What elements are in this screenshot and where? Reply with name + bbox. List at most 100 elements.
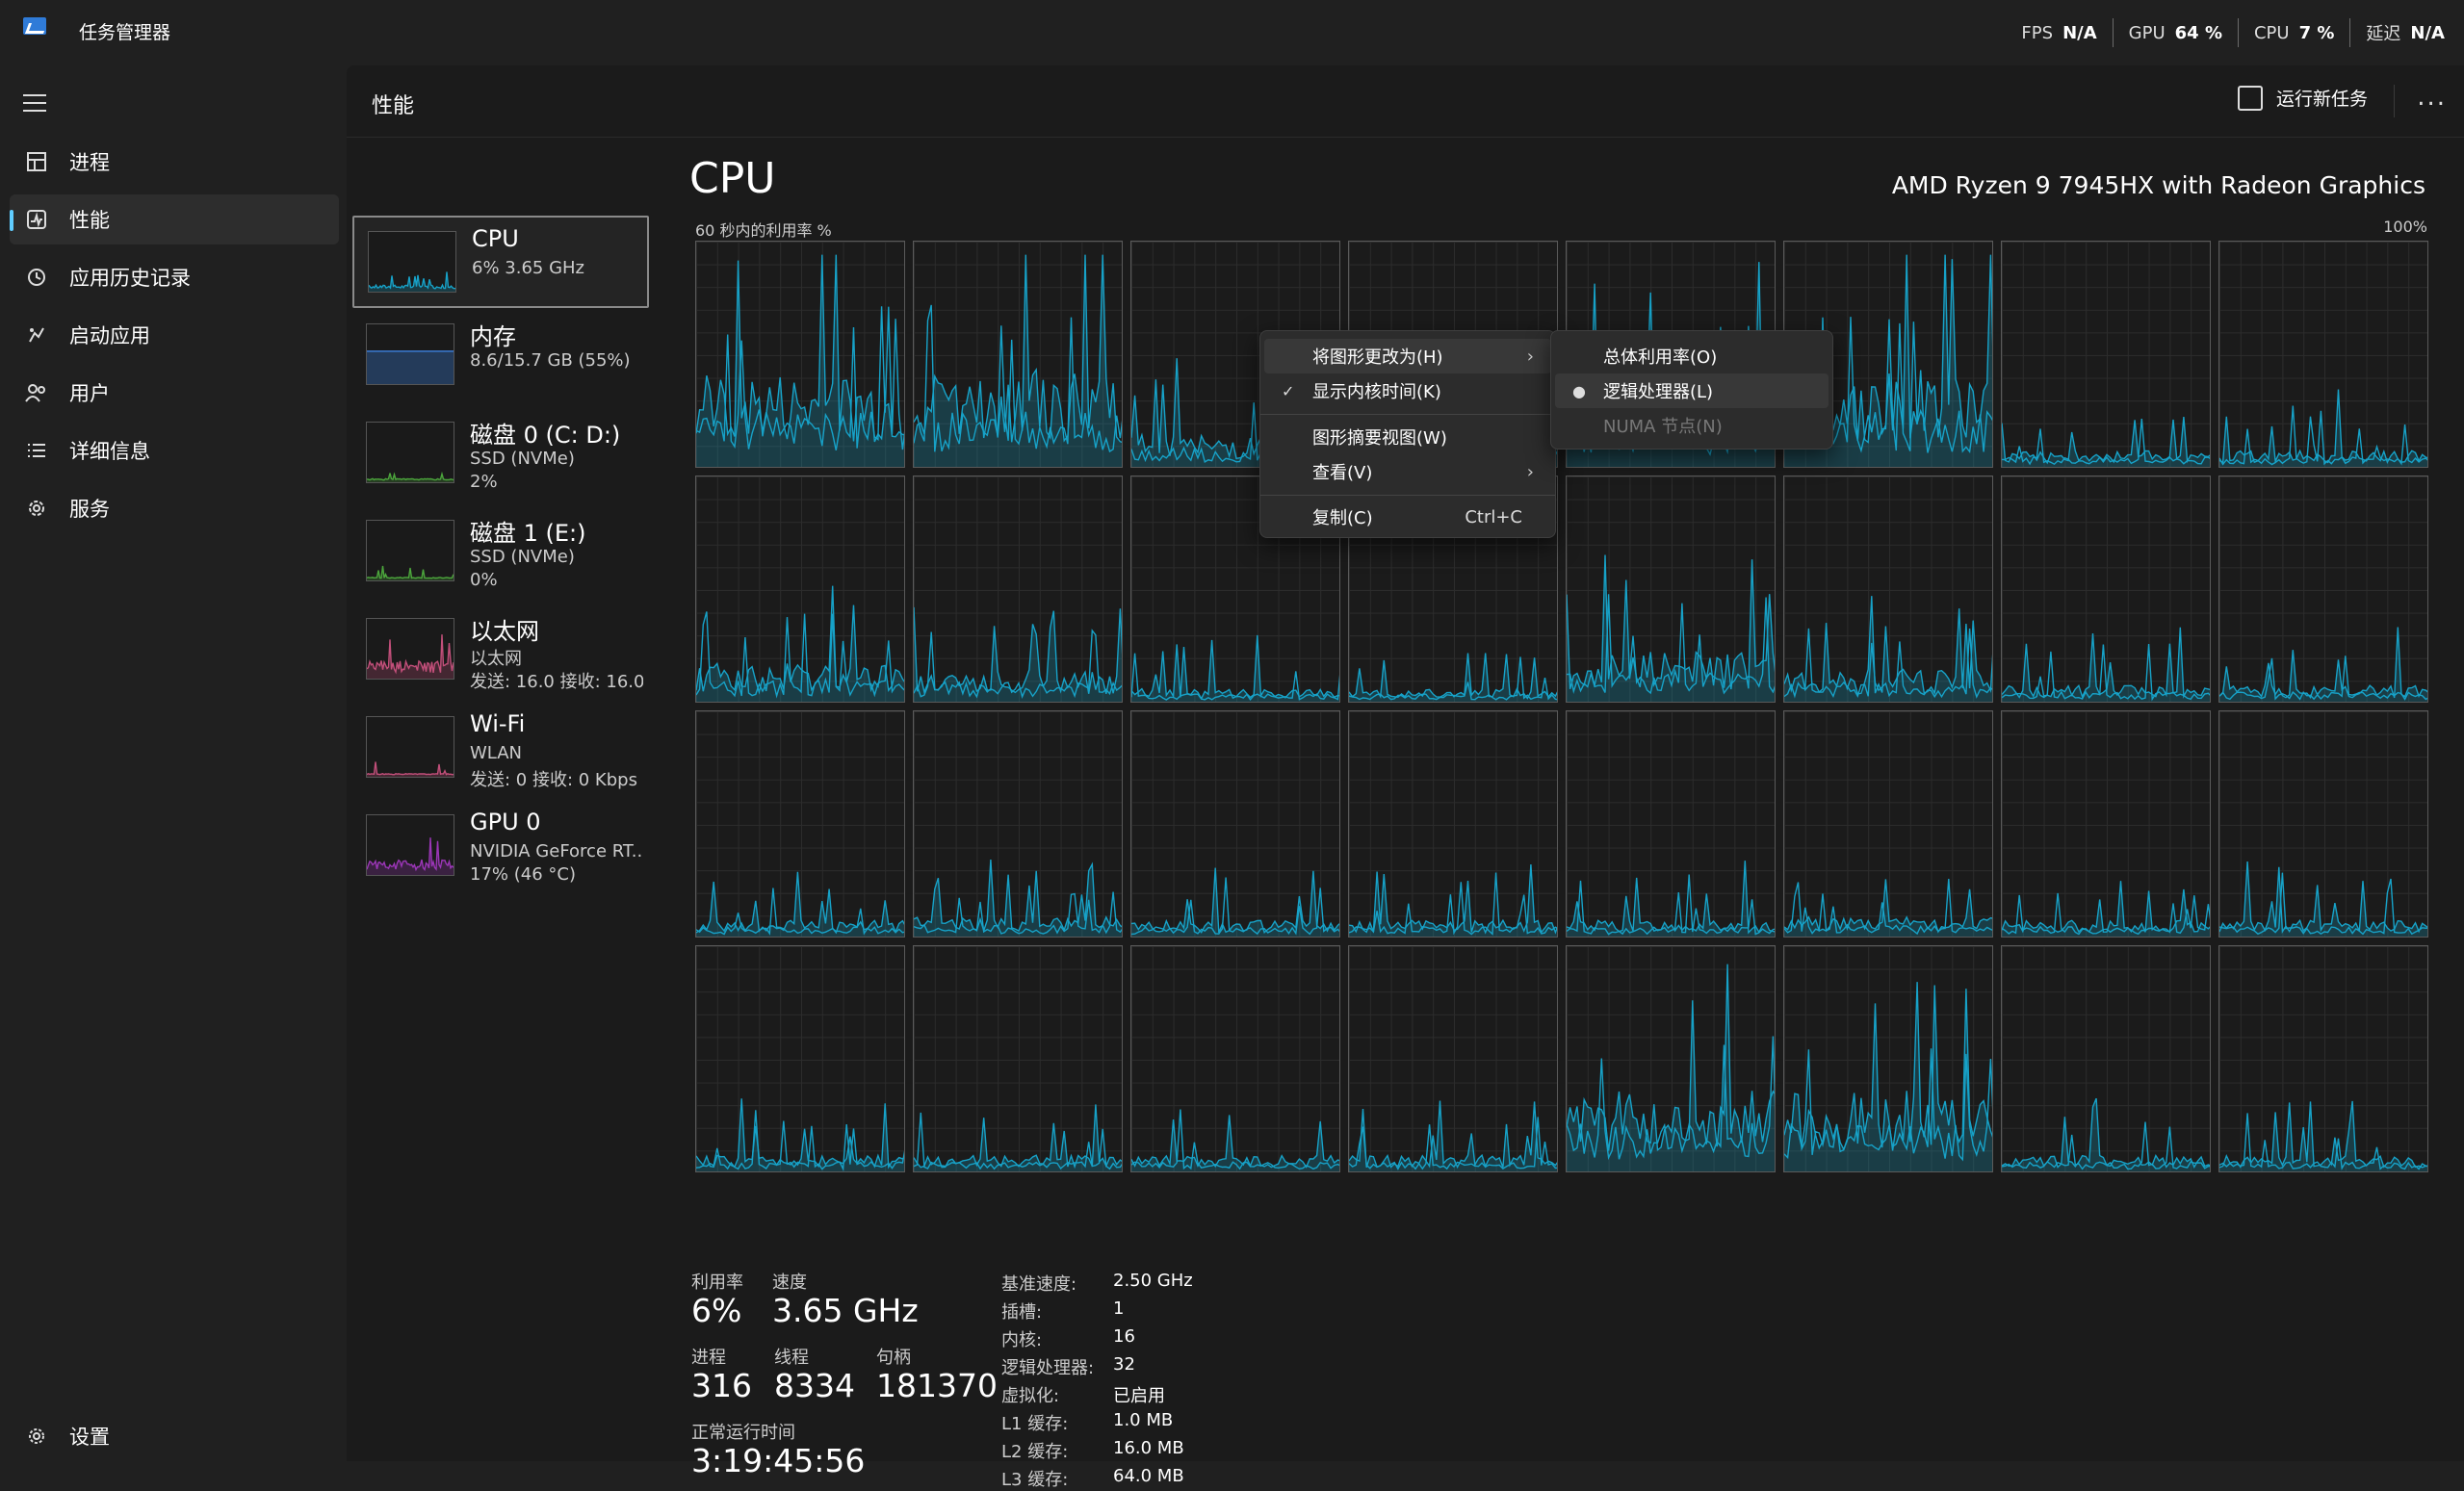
core-trace xyxy=(1784,596,1992,702)
resource-wifi[interactable]: Wi-Fi WLAN 发送: 0 接收: 0 Kbps xyxy=(352,703,645,791)
resource-ethernet[interactable]: 以太网 以太网 发送: 16.0 接收: 16.0 K xyxy=(352,604,645,693)
gear-icon xyxy=(23,1423,50,1450)
memory-thumbnail-graph xyxy=(366,323,454,385)
sidebar-item-label: 服务 xyxy=(69,498,110,521)
core-trace xyxy=(2002,881,2210,937)
processes-label: 进程 xyxy=(691,1348,726,1368)
title-bar: 任务管理器 FPS N/A GPU 64 % CPU 7 % 延迟 N/A xyxy=(0,0,2464,65)
resource-name: CPU xyxy=(472,225,519,252)
hamburger-menu-icon[interactable] xyxy=(23,94,46,112)
resource-name: 磁盘 0 (C: D:) xyxy=(470,422,621,449)
page-header: 性能 运行新任务 ... xyxy=(347,65,2464,138)
details-icon xyxy=(23,437,50,464)
sidebar-item-services[interactable]: 服务 xyxy=(10,483,339,533)
logical-processor-graph xyxy=(695,945,905,1172)
spec-key: 基准速度: xyxy=(1001,1274,1077,1295)
resource-detail: WLAN xyxy=(470,743,523,763)
resource-detail: 8.6/15.7 GB (55%) xyxy=(470,350,631,371)
shortcut-label: Ctrl+C xyxy=(1465,506,1522,527)
logical-processor-graph xyxy=(2001,945,2211,1172)
spec-value: 已启用 xyxy=(1113,1386,1165,1406)
menu-separator xyxy=(1260,495,1555,496)
menu-item-show-kernel-times[interactable]: ✓ 显示内核时间(K) xyxy=(1264,373,1551,408)
sidebar-item-users[interactable]: 用户 xyxy=(10,368,339,418)
task-manager-icon xyxy=(23,17,46,35)
sidebar-item-label: 启动应用 xyxy=(69,324,150,347)
menu-item-graph-summary-view[interactable]: 图形摘要视图(W) xyxy=(1264,420,1551,454)
threads-value: 8334 xyxy=(774,1367,855,1404)
menu-item-copy[interactable]: 复制(C) Ctrl+C xyxy=(1264,500,1551,534)
core-trace xyxy=(914,859,1122,937)
spec-value: 32 xyxy=(1113,1354,1135,1375)
resource-gpu-0[interactable]: GPU 0 NVIDIA GeForce RT... 17% (46 °C) xyxy=(352,801,645,889)
resource-memory[interactable]: 内存 8.6/15.7 GB (55%) xyxy=(352,310,645,398)
core-trace xyxy=(914,254,1122,467)
handles-label: 句柄 xyxy=(876,1348,911,1368)
sidebar-item-label: 设置 xyxy=(69,1426,110,1449)
resource-detail: 17% (46 °C) xyxy=(470,864,576,885)
chevron-right-icon: › xyxy=(1526,461,1534,482)
sidebar-item-processes[interactable]: 进程 xyxy=(10,137,339,187)
core-trace xyxy=(2219,389,2427,467)
logical-processor-graph xyxy=(2218,241,2428,468)
sidebar-item-label: 性能 xyxy=(69,209,110,232)
menu-separator xyxy=(1260,414,1555,415)
performance-icon xyxy=(23,206,50,233)
logical-processor-graph xyxy=(2218,945,2428,1172)
sidebar-item-details[interactable]: 详细信息 xyxy=(10,425,339,476)
sidebar-item-label: 详细信息 xyxy=(69,440,150,463)
graph-max-label: 100% xyxy=(2383,218,2427,236)
sidebar-item-label: 用户 xyxy=(69,382,110,405)
header-divider xyxy=(2394,85,2395,117)
submenu-item-logical-processors[interactable]: ● 逻辑处理器(L) xyxy=(1555,373,1829,408)
resource-disk-1[interactable]: 磁盘 1 (E:) SSD (NVMe) 0% xyxy=(352,506,645,595)
history-icon xyxy=(23,264,50,291)
core-trace xyxy=(1567,964,1775,1171)
logical-processor-graph xyxy=(913,710,1123,938)
logical-processor-graph xyxy=(1566,945,1776,1172)
overlay-latency: 延迟 N/A xyxy=(2366,22,2445,45)
uptime-label: 正常运行时间 xyxy=(691,1423,795,1443)
users-icon xyxy=(23,379,50,406)
menu-item-view[interactable]: 查看(V) › xyxy=(1264,454,1551,489)
spec-value: 1 xyxy=(1113,1298,1125,1319)
core-trace xyxy=(2219,1100,2427,1171)
page-title: 性能 xyxy=(372,94,415,118)
menu-item-change-graph[interactable]: 将图形更改为(H) › xyxy=(1264,339,1551,373)
chevron-right-icon: › xyxy=(1526,346,1534,367)
logical-processor-graph xyxy=(695,710,905,938)
logical-processor-graph xyxy=(2001,241,2211,468)
services-icon xyxy=(23,495,50,522)
sidebar-item-settings[interactable]: 设置 xyxy=(10,1411,339,1461)
core-trace xyxy=(696,585,904,702)
spec-key: 逻辑处理器: xyxy=(1001,1358,1095,1378)
logical-processor-graph xyxy=(2001,476,2211,703)
logical-processor-graph xyxy=(913,476,1123,703)
graph-label: 60 秒内的利用率 % xyxy=(695,221,832,240)
resource-name: Wi-Fi xyxy=(470,710,526,737)
logical-processor-graph xyxy=(1783,945,1993,1172)
core-trace xyxy=(1784,879,1992,937)
main-content: 性能 运行新任务 ... CPU 6% 3.65 GHz 内存 8.6/15.7… xyxy=(347,65,2464,1490)
spec-value: 64.0 MB xyxy=(1113,1466,1184,1486)
core-trace xyxy=(2002,1097,2210,1171)
resource-detail: 0% xyxy=(470,570,498,590)
resource-disk-0[interactable]: 磁盘 0 (C: D:) SSD (NVMe) 2% xyxy=(352,408,645,497)
logical-processor-graph xyxy=(1566,476,1776,703)
speed-value: 3.65 GHz xyxy=(772,1292,919,1329)
resource-cpu[interactable]: CPU 6% 3.65 GHz xyxy=(352,216,649,308)
startup-icon xyxy=(23,321,50,348)
spec-key: 虚拟化: xyxy=(1001,1386,1060,1406)
core-trace xyxy=(1131,867,1339,937)
sidebar-item-performance[interactable]: 性能 xyxy=(10,194,339,244)
sidebar-item-app-history[interactable]: 应用历史记录 xyxy=(10,252,339,302)
core-trace xyxy=(2002,627,2210,702)
sidebar-item-startup[interactable]: 启动应用 xyxy=(10,310,339,360)
run-new-task-button[interactable]: 运行新任务 xyxy=(2237,85,2368,111)
resource-name: 磁盘 1 (E:) xyxy=(470,520,586,547)
logical-processor-graph xyxy=(913,241,1123,468)
submenu-item-overall-utilization[interactable]: 总体利用率(O) xyxy=(1555,339,1829,373)
logical-processor-graph xyxy=(2001,710,2211,938)
more-options-button[interactable]: ... xyxy=(2417,83,2447,112)
core-trace xyxy=(2002,416,2210,467)
